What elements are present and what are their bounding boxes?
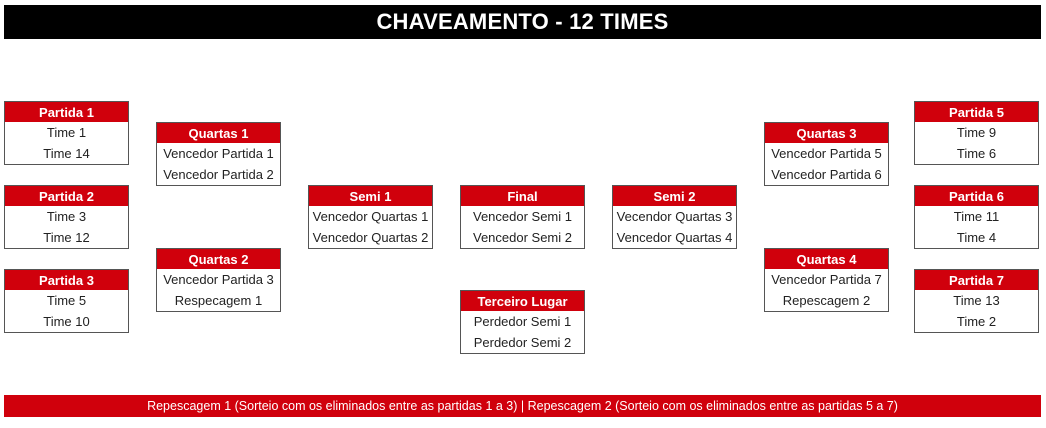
match-title: Partida 7 [915, 270, 1038, 290]
repescagem-note: Repescagem 1 (Sorteio com os eliminados … [4, 395, 1041, 417]
match-team-2: Time 2 [956, 314, 997, 329]
match-title: Semi 1 [309, 186, 432, 206]
match-quartas-3: Quartas 3 Vencedor Partida 5 Vencedor Pa… [764, 122, 889, 186]
match-title: Final [461, 186, 584, 206]
match-team-2: Time 12 [43, 230, 90, 245]
match-team-1: Vecendor Quartas 3 [616, 209, 733, 224]
match-team-1: Time 13 [953, 293, 1000, 308]
match-team-1: Perdedor Semi 1 [473, 314, 572, 329]
match-title: Terceiro Lugar [461, 291, 584, 311]
match-title: Partida 5 [915, 102, 1038, 122]
match-partida-7: Partida 7 Time 13 Time 2 [914, 269, 1039, 333]
match-title: Quartas 3 [765, 123, 888, 143]
match-title: Partida 3 [5, 270, 128, 290]
match-team-2: Respecagem 1 [174, 293, 263, 308]
match-team-1: Time 11 [953, 209, 1000, 224]
match-title: Partida 2 [5, 186, 128, 206]
match-title: Quartas 1 [157, 123, 280, 143]
match-team-1: Time 9 [956, 125, 997, 140]
match-team-1: Time 3 [46, 209, 87, 224]
match-team-2: Vencedor Semi 2 [472, 230, 572, 245]
match-team-2: Vencedor Quartas 4 [616, 230, 733, 245]
match-team-1: Vencedor Quartas 1 [312, 209, 429, 224]
match-team-2: Time 10 [43, 314, 90, 329]
match-team-2: Vencedor Partida 6 [771, 167, 882, 182]
match-partida-2: Partida 2 Time 3 Time 12 [4, 185, 129, 249]
match-title: Semi 2 [613, 186, 736, 206]
match-team-2: Vencedor Partida 2 [163, 167, 274, 182]
match-team-1: Vencedor Semi 1 [472, 209, 572, 224]
match-quartas-4: Quartas 4 Vencedor Partida 7 Repescagem … [764, 248, 889, 312]
match-team-2: Perdedor Semi 2 [473, 335, 572, 350]
match-partida-6: Partida 6 Time 11 Time 4 [914, 185, 1039, 249]
page-title: CHAVEAMENTO - 12 TIMES [4, 5, 1041, 39]
match-semi-1: Semi 1 Vencedor Quartas 1 Vencedor Quart… [308, 185, 433, 249]
match-semi-2: Semi 2 Vecendor Quartas 3 Vencedor Quart… [612, 185, 737, 249]
match-quartas-2: Quartas 2 Vencedor Partida 3 Respecagem … [156, 248, 281, 312]
match-title: Partida 6 [915, 186, 1038, 206]
match-terceiro-lugar: Terceiro Lugar Perdedor Semi 1 Perdedor … [460, 290, 585, 354]
match-partida-5: Partida 5 Time 9 Time 6 [914, 101, 1039, 165]
match-team-1: Vencedor Partida 5 [771, 146, 882, 161]
match-team-2: Time 14 [43, 146, 90, 161]
match-title: Quartas 4 [765, 249, 888, 269]
match-partida-1: Partida 1 Time 1 Time 14 [4, 101, 129, 165]
match-team-2: Time 4 [956, 230, 997, 245]
match-team-1: Vencedor Partida 7 [771, 272, 882, 287]
match-team-1: Vencedor Partida 3 [163, 272, 274, 287]
match-team-1: Time 5 [46, 293, 87, 308]
match-partida-3: Partida 3 Time 5 Time 10 [4, 269, 129, 333]
match-final: Final Vencedor Semi 1 Vencedor Semi 2 [460, 185, 585, 249]
match-team-1: Time 1 [46, 125, 87, 140]
match-team-1: Vencedor Partida 1 [163, 146, 274, 161]
match-title: Partida 1 [5, 102, 128, 122]
match-quartas-1: Quartas 1 Vencedor Partida 1 Vencedor Pa… [156, 122, 281, 186]
match-team-2: Vencedor Quartas 2 [312, 230, 429, 245]
match-team-2: Repescagem 2 [782, 293, 871, 308]
match-title: Quartas 2 [157, 249, 280, 269]
match-team-2: Time 6 [956, 146, 997, 161]
